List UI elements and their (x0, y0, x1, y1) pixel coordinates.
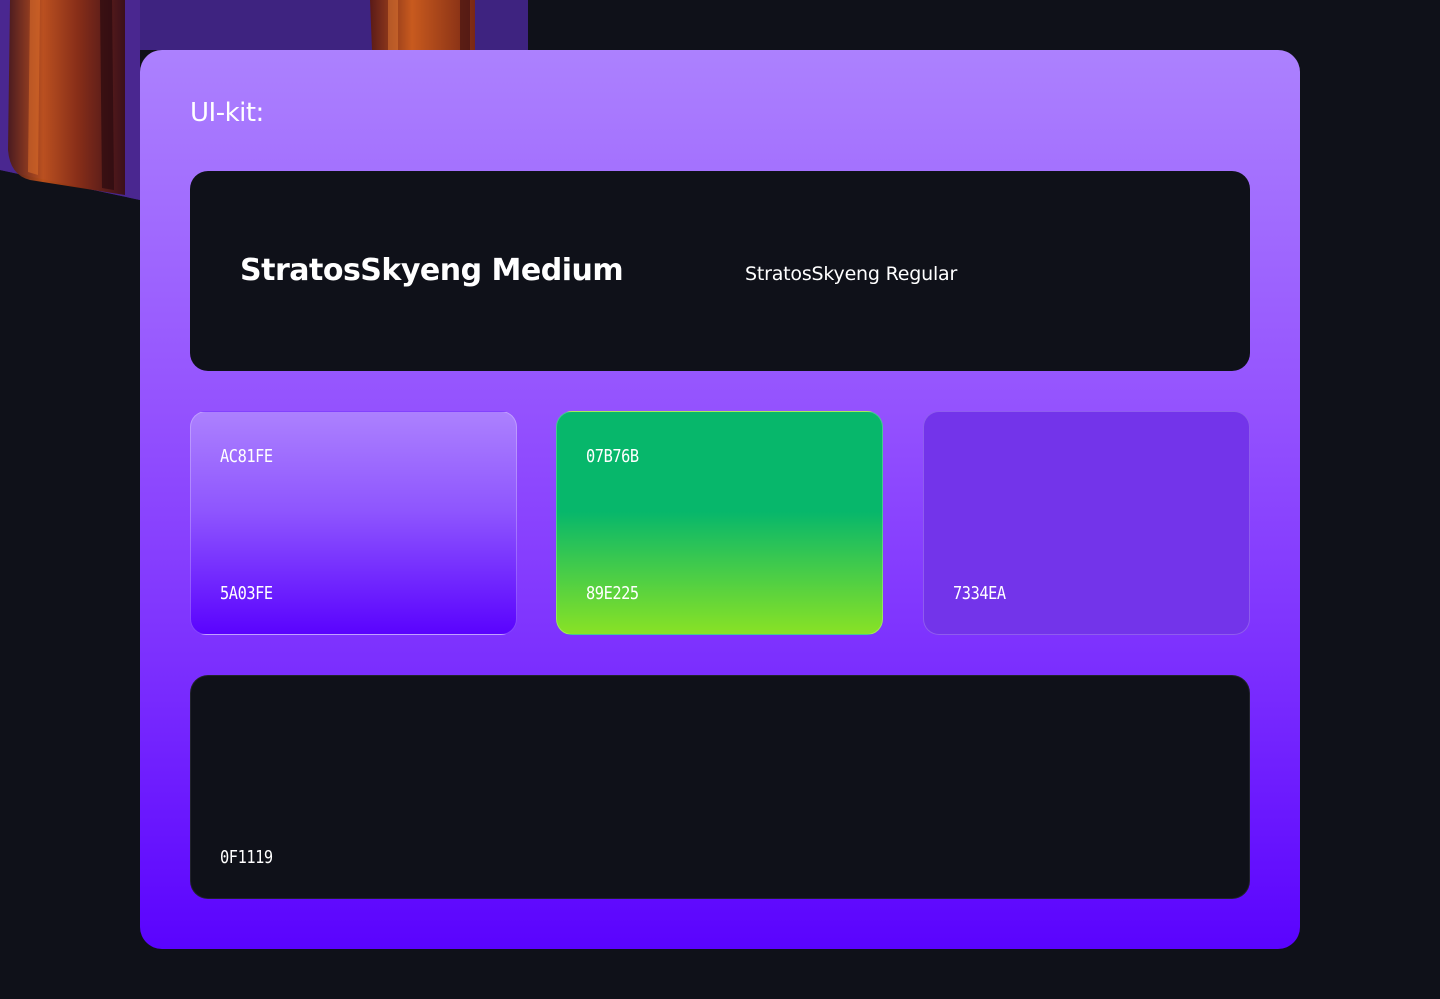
swatch-hex-top: AC81FE (220, 446, 273, 467)
font-sample-medium: StratosSkyeng Medium (240, 253, 624, 288)
page-canvas: UI-kit: StratosSkyeng Medium StratosSkye… (0, 0, 1440, 999)
swatch-hex-bottom: 89E225 (586, 583, 639, 604)
typography-card: StratosSkyeng Medium StratosSkyeng Regul… (190, 171, 1250, 371)
swatch-hex-top: 07B76B (586, 446, 639, 467)
swatch-hex-bottom: 7334EA (953, 583, 1006, 604)
color-swatch-green-gradient: 07B76B 89E225 (556, 411, 883, 635)
color-swatch-dark: 0F1119 (190, 675, 1250, 899)
color-swatch-violet: 7334EA (923, 411, 1250, 635)
swatch-hex-bottom: 5A03FE (220, 583, 273, 604)
swatch-hex-label: 0F1119 (220, 847, 273, 868)
ui-kit-panel: UI-kit: StratosSkyeng Medium StratosSkye… (140, 50, 1300, 949)
color-swatch-purple-gradient: AC81FE 5A03FE (190, 411, 517, 635)
panel-title: UI-kit: (190, 98, 264, 128)
font-sample-regular: StratosSkyeng Regular (745, 263, 958, 285)
